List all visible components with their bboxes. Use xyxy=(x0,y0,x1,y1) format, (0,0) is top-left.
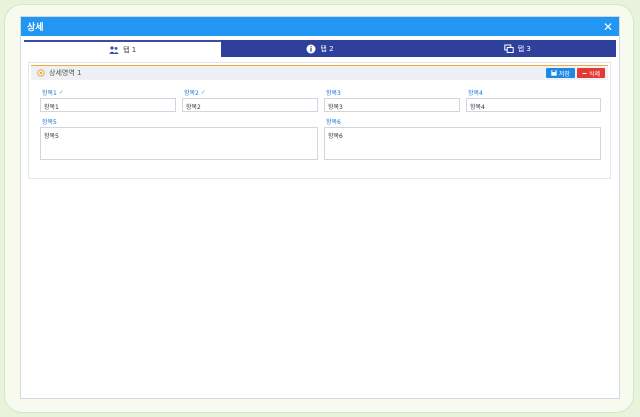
field-4-input[interactable]: 항목4 xyxy=(466,98,601,112)
check-icon: ✓ xyxy=(58,89,64,96)
detail-window: 상세 ✕ 탭 1 탭 2 탭 3 상세영역 1 저장 삭제 항목1 ✓ 항목2 … xyxy=(20,16,620,399)
tab-2-label: 탭 2 xyxy=(320,44,334,53)
field-4-label: 항목4 xyxy=(468,90,483,97)
window-title: 상세 xyxy=(27,23,44,33)
tab-3[interactable]: 탭 3 xyxy=(418,40,616,57)
field-5-label: 항목5 xyxy=(42,119,57,126)
field-1-label-wrap: 항목1 ✓ xyxy=(42,88,64,97)
field-2-label: 항목2 xyxy=(184,90,199,97)
tab-bar: 탭 1 탭 2 탭 3 xyxy=(24,40,616,57)
tab-3-label: 탭 3 xyxy=(517,44,531,53)
panel-title: 상세영역 1 xyxy=(49,69,82,77)
tab-2[interactable]: 탭 2 xyxy=(221,40,419,57)
floppy-icon xyxy=(551,70,557,76)
delete-label: 삭제 xyxy=(588,70,600,78)
save-label: 저장 xyxy=(558,70,570,78)
window-titlebar: 상세 ✕ xyxy=(21,17,619,36)
tab-1-label: 탭 1 xyxy=(123,45,137,54)
delete-button[interactable]: 삭제 xyxy=(576,68,605,78)
minus-icon xyxy=(582,72,587,74)
field-2-input[interactable]: 항목2 xyxy=(182,98,318,112)
target-icon xyxy=(37,69,45,77)
field-3-input[interactable]: 항목3 xyxy=(324,98,460,112)
field-6-label: 항목6 xyxy=(326,119,341,126)
user-group-icon xyxy=(109,45,119,54)
field-2-label-wrap: 항목2 ✓ xyxy=(184,88,206,97)
field-1-input[interactable]: 항목1 xyxy=(40,98,176,112)
field-1-label: 항목1 xyxy=(42,90,57,97)
field-3-label: 항목3 xyxy=(326,90,341,97)
save-button[interactable]: 저장 xyxy=(545,68,575,78)
info-icon xyxy=(306,44,316,53)
check-icon: ✓ xyxy=(200,89,206,96)
windows-icon xyxy=(504,44,514,53)
tab-1[interactable]: 탭 1 xyxy=(24,40,222,57)
detail-panel: 상세영역 1 저장 삭제 항목1 ✓ 항목2 ✓ 항목3 항목4 항목1 항목2… xyxy=(28,62,611,179)
field-6-textarea[interactable]: 항목6 xyxy=(324,127,601,160)
field-5-textarea[interactable]: 항목5 xyxy=(40,127,318,160)
panel-header: 상세영역 1 저장 삭제 xyxy=(31,65,608,80)
close-icon[interactable]: ✕ xyxy=(603,21,613,33)
